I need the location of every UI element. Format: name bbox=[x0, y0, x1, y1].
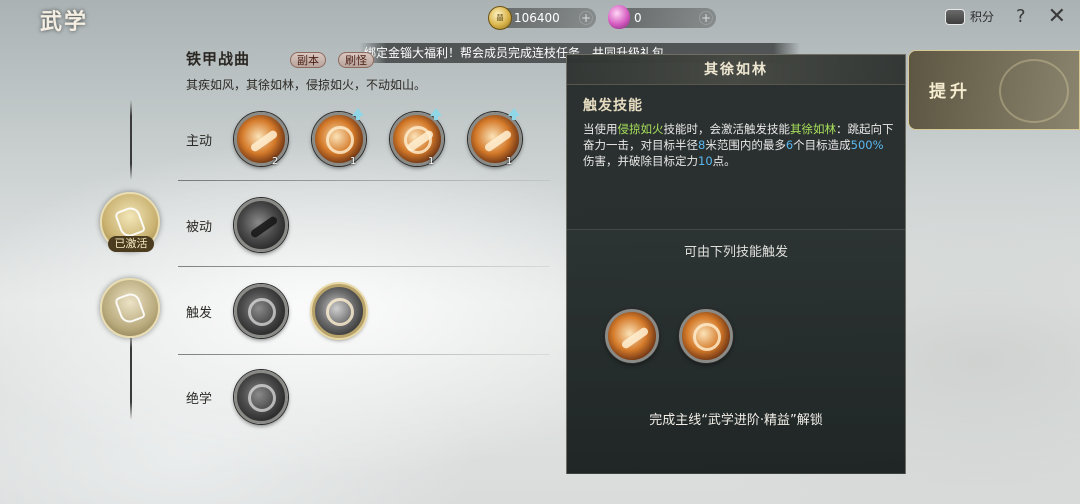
slash-icon bbox=[620, 326, 650, 350]
trigger-source-label: 可由下列技能触发 bbox=[683, 245, 788, 260]
skill-active-1[interactable] bbox=[234, 112, 288, 166]
help-button[interactable]: ? bbox=[1016, 6, 1026, 27]
connector-line bbox=[130, 100, 132, 180]
add-coins-button[interactable]: + bbox=[579, 11, 593, 25]
skill-active-3[interactable] bbox=[390, 112, 444, 166]
hand-icon bbox=[113, 290, 147, 326]
row-label-passive: 被动 bbox=[186, 220, 213, 235]
gem-balance: 0 + bbox=[608, 5, 716, 29]
swirl-icon bbox=[248, 384, 276, 412]
row-divider bbox=[178, 354, 550, 355]
upgrade-arrow-icon bbox=[508, 108, 520, 120]
shield-icon bbox=[249, 215, 279, 239]
set-title: 铁甲战曲 bbox=[186, 50, 251, 68]
panel-subtitle: 触发技能 bbox=[583, 98, 643, 114]
coin-amount: 106400 bbox=[514, 11, 560, 25]
unlock-requirement: 完成主线“武学进阶·精益”解锁 bbox=[649, 413, 823, 428]
skill-passive-1[interactable] bbox=[234, 198, 288, 252]
add-gems-button[interactable]: + bbox=[699, 11, 713, 25]
skill-level: 1 bbox=[428, 156, 435, 167]
trigger-source-skill-1[interactable] bbox=[605, 309, 659, 363]
leaf-icon bbox=[249, 129, 279, 153]
activated-badge: 已激活 bbox=[108, 236, 154, 252]
row-divider bbox=[178, 180, 550, 181]
points-label: 积分 bbox=[969, 10, 994, 24]
top-right-controls: 积分 ? ✕ bbox=[944, 5, 1066, 27]
brush-icon bbox=[113, 204, 147, 240]
panel-title: 其徐如林 bbox=[567, 55, 905, 85]
set-description: 其疾如风，其徐如林，侵掠如火，不动如山。 bbox=[186, 78, 427, 92]
side-category-2[interactable] bbox=[100, 278, 160, 338]
row-label-trigger: 触发 bbox=[186, 306, 213, 321]
coin-balance: 囍 106400 + bbox=[488, 6, 596, 30]
promote-label: 提升 bbox=[929, 82, 971, 102]
tag-monster: 刷怪 bbox=[338, 52, 374, 68]
row-label-ultimate: 绝学 bbox=[186, 392, 213, 407]
skill-level: 1 bbox=[506, 156, 513, 167]
row-label-active: 主动 bbox=[186, 134, 213, 149]
forest-icon bbox=[326, 298, 354, 326]
skill-detail-panel: 其徐如林 触发技能 当使用侵掠如火技能时，会激活触发技能其徐如林：跳起向下奋力一… bbox=[566, 54, 906, 474]
skill-active-4[interactable] bbox=[468, 112, 522, 166]
trigger-source-skill-2[interactable] bbox=[679, 309, 733, 363]
skill-level: 2 bbox=[272, 156, 279, 167]
close-button[interactable]: ✕ bbox=[1048, 5, 1066, 27]
dragon-emblem-icon bbox=[999, 59, 1069, 123]
whirl-icon bbox=[693, 323, 721, 351]
skill-trigger-2-selected[interactable] bbox=[312, 284, 366, 338]
slash-icon bbox=[483, 129, 513, 153]
gem-amount: 0 bbox=[634, 11, 642, 25]
promote-tab[interactable]: 提升 bbox=[908, 50, 1080, 130]
coin-icon: 囍 bbox=[488, 6, 512, 30]
points-icon bbox=[944, 8, 965, 25]
skill-description: 当使用侵掠如火技能时，会激活触发技能其徐如林：跳起向下奋力一击，对目标半径8米范… bbox=[583, 122, 894, 168]
row-divider bbox=[178, 266, 550, 267]
skill-trigger-1[interactable] bbox=[234, 284, 288, 338]
skill-ultimate-1[interactable] bbox=[234, 370, 288, 424]
skill-active-2[interactable] bbox=[312, 112, 366, 166]
page-title: 武学 bbox=[40, 9, 89, 35]
gem-icon bbox=[608, 5, 630, 29]
skill-level: 1 bbox=[350, 156, 357, 167]
points-button[interactable]: 积分 bbox=[944, 8, 994, 25]
tag-dungeon: 副本 bbox=[290, 52, 326, 68]
tower-icon bbox=[326, 126, 354, 154]
burst-icon bbox=[248, 298, 276, 326]
upgrade-arrow-icon bbox=[352, 108, 364, 120]
connector-line bbox=[130, 330, 132, 420]
upgrade-arrow-icon bbox=[430, 108, 442, 120]
